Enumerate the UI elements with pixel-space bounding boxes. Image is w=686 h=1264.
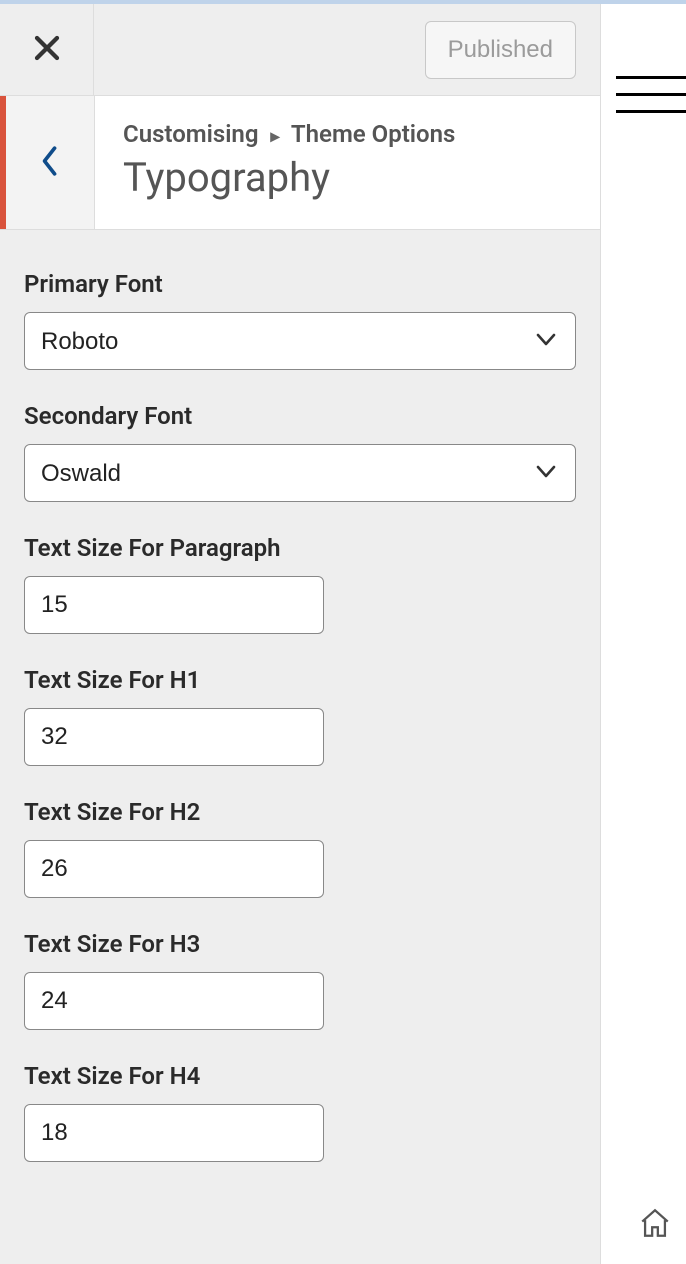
chevron-left-icon bbox=[39, 144, 61, 182]
publish-status-button[interactable]: Published bbox=[425, 21, 576, 79]
home-button[interactable] bbox=[638, 1206, 672, 1244]
controls-area: Primary Font Roboto Secondary Font Oswal… bbox=[0, 230, 600, 1214]
h4-size-label: Text Size For H4 bbox=[24, 1062, 576, 1090]
breadcrumb-root: Customising bbox=[123, 120, 259, 148]
home-icon bbox=[638, 1225, 672, 1244]
paragraph-size-input[interactable] bbox=[24, 576, 324, 634]
secondary-font-select[interactable]: Oswald bbox=[24, 444, 576, 502]
primary-font-select[interactable]: Roboto bbox=[24, 312, 576, 370]
h1-size-input[interactable] bbox=[24, 708, 324, 766]
customizer-header: Published bbox=[0, 4, 600, 96]
customizer-panel: Published Customising ▸ Theme Options Ty… bbox=[0, 4, 601, 1264]
h2-size-label: Text Size For H2 bbox=[24, 798, 576, 826]
h3-size-input[interactable] bbox=[24, 972, 324, 1030]
secondary-font-label: Secondary Font bbox=[24, 402, 576, 430]
close-icon bbox=[32, 33, 62, 67]
breadcrumb: Customising ▸ Theme Options bbox=[123, 120, 572, 148]
breadcrumb-separator-icon: ▸ bbox=[270, 126, 279, 147]
back-button[interactable] bbox=[6, 96, 95, 229]
h4-size-input[interactable] bbox=[24, 1104, 324, 1162]
h2-size-input[interactable] bbox=[24, 840, 324, 898]
menu-button[interactable] bbox=[616, 76, 686, 127]
hamburger-icon bbox=[616, 76, 686, 113]
page-title: Typography bbox=[123, 154, 572, 201]
breadcrumb-section: Theme Options bbox=[291, 120, 455, 148]
h1-size-label: Text Size For H1 bbox=[24, 666, 576, 694]
primary-font-label: Primary Font bbox=[24, 270, 576, 298]
section-header: Customising ▸ Theme Options Typography bbox=[0, 96, 600, 230]
preview-pane bbox=[601, 4, 686, 1264]
close-button[interactable] bbox=[0, 4, 94, 95]
h3-size-label: Text Size For H3 bbox=[24, 930, 576, 958]
paragraph-size-label: Text Size For Paragraph bbox=[24, 534, 576, 562]
